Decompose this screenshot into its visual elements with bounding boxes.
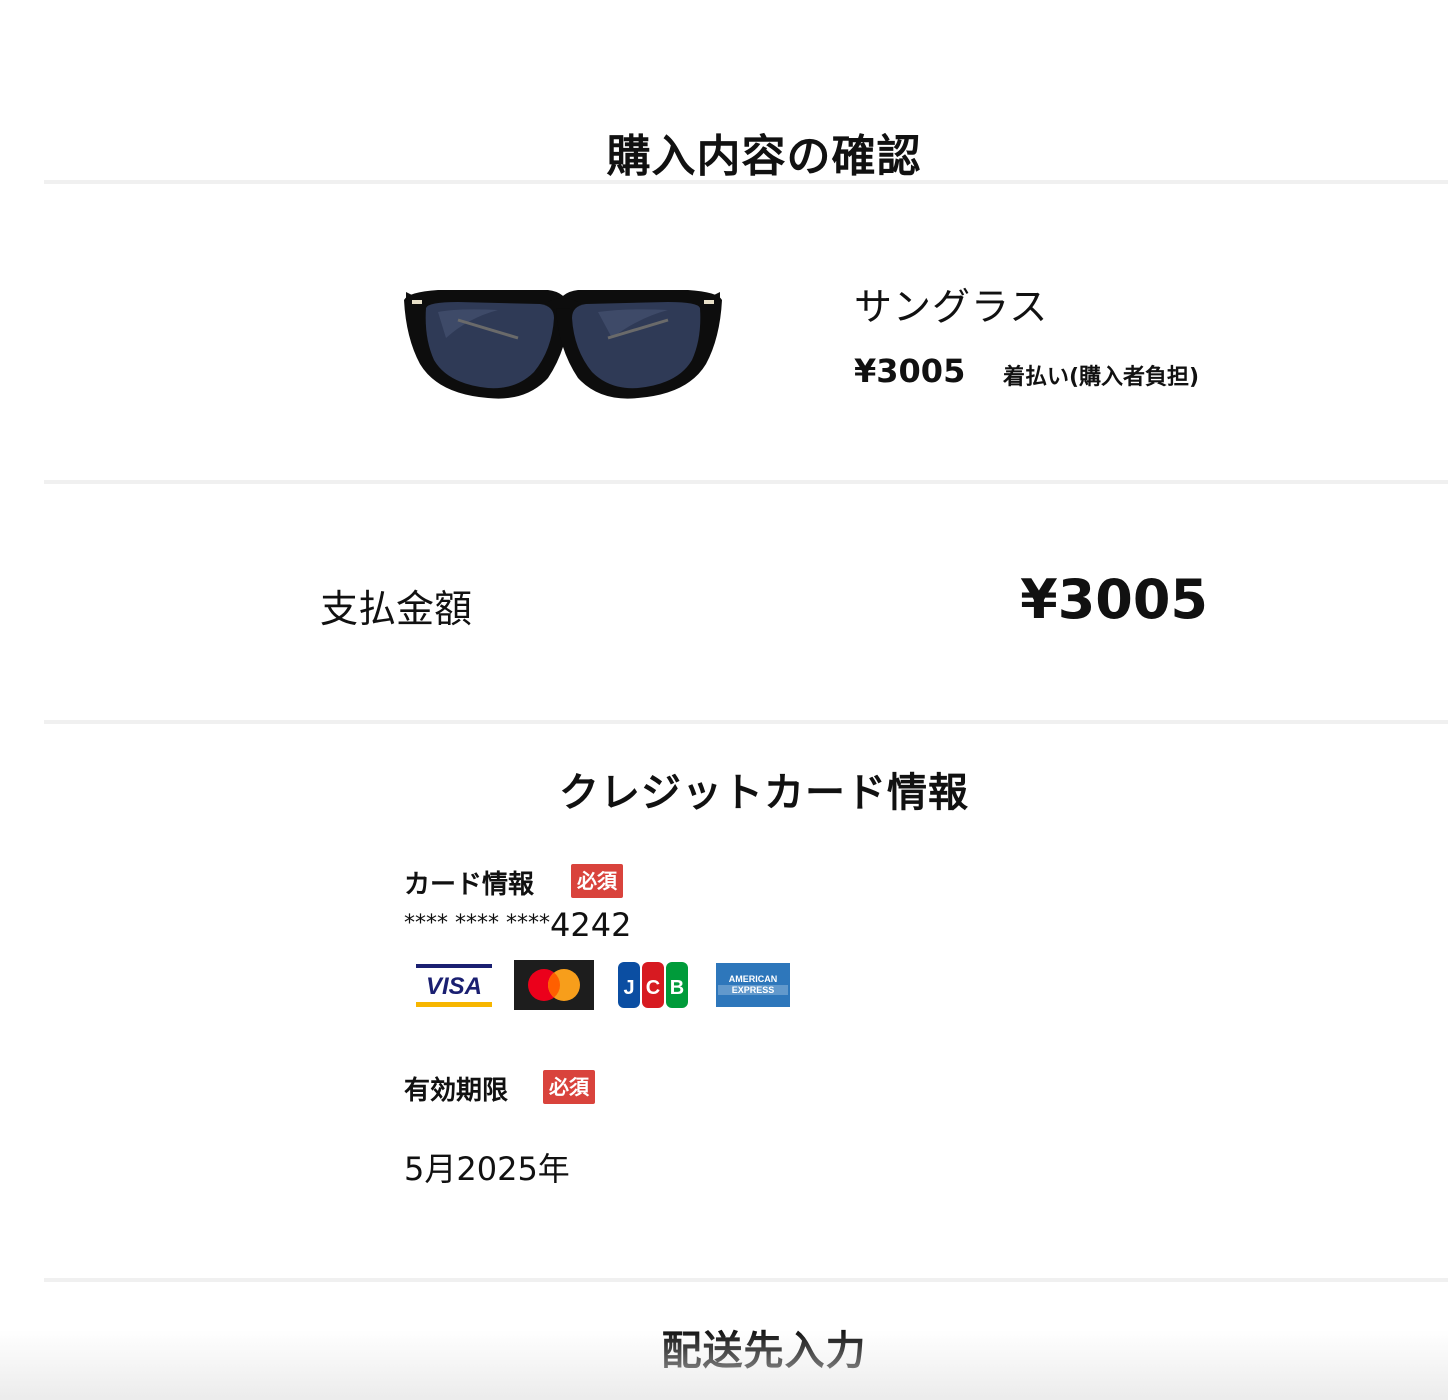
- svg-text:B: B: [670, 977, 684, 999]
- required-badge: 必須: [543, 1070, 595, 1104]
- card-last-digits: 4242: [550, 906, 632, 944]
- expiry-label: 有効期限: [404, 1076, 509, 1106]
- svg-text:AMERICAN: AMERICAN: [729, 974, 778, 984]
- jcb-logo: J C B: [618, 962, 688, 1008]
- product-name: サングラス: [854, 285, 1049, 329]
- svg-text:VISA: VISA: [426, 973, 482, 1000]
- card-info-label: カード情報: [404, 870, 535, 900]
- checkout-confirmation-page: 購入内容の確認 サングラス ¥3005 着払い(購入者負担) 支払金額 ¥300…: [0, 0, 1448, 1400]
- product-image: [404, 290, 722, 399]
- card-number-mask: **** **** ****: [404, 911, 550, 936]
- svg-text:J: J: [623, 977, 634, 999]
- divider: [44, 180, 1448, 184]
- product-price: ¥3005: [854, 352, 966, 390]
- divider: [44, 480, 1448, 484]
- total-amount: ¥3005: [1020, 568, 1208, 631]
- scroll-shade: [0, 1330, 1448, 1400]
- shipping-method: 着払い(購入者負担): [1003, 365, 1200, 390]
- card-number-field[interactable]: **** **** ****4242: [404, 906, 631, 944]
- amex-logo: AMERICAN EXPRESS: [716, 963, 790, 1007]
- required-badge: 必須: [571, 864, 623, 898]
- mastercard-logo: [514, 960, 594, 1010]
- svg-text:EXPRESS: EXPRESS: [732, 985, 775, 995]
- svg-text:C: C: [646, 977, 660, 999]
- divider: [44, 720, 1448, 724]
- divider: [44, 1278, 1448, 1282]
- credit-card-section-title: クレジットカード情報: [559, 770, 969, 816]
- expiry-field[interactable]: 5月2025年: [404, 1144, 570, 1190]
- total-label: 支払金額: [320, 587, 473, 631]
- visa-logo: VISA: [414, 960, 494, 1010]
- page-title: 購入内容の確認: [606, 131, 922, 182]
